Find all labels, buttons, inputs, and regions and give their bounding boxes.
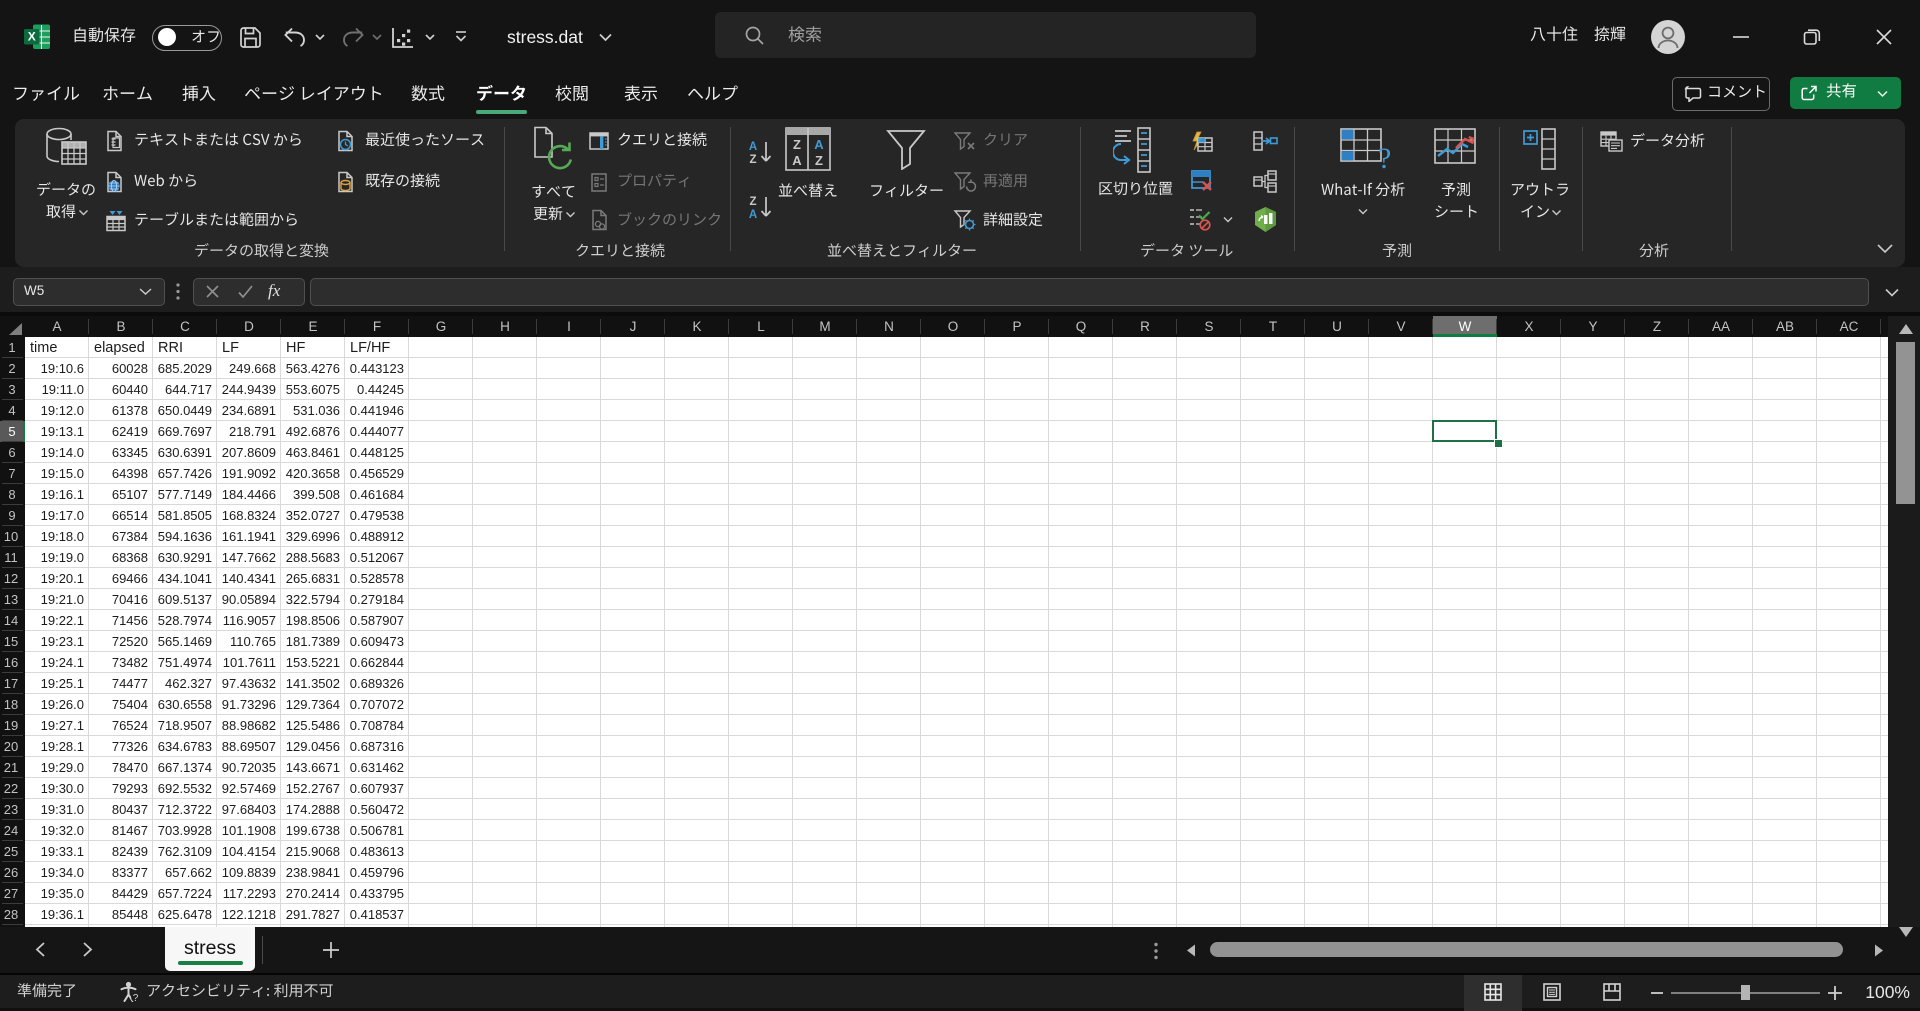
svg-text:A: A <box>749 141 757 153</box>
svg-text:A: A <box>792 153 802 168</box>
svg-text:Z: Z <box>815 153 823 168</box>
svg-text:Z: Z <box>749 154 756 166</box>
svg-text:?: ? <box>133 993 139 1003</box>
svg-text:A: A <box>814 137 824 152</box>
svg-text:?: ? <box>1378 142 1390 170</box>
svg-text:X: X <box>28 30 36 44</box>
svg-text:Z: Z <box>749 196 756 208</box>
svg-text:Z: Z <box>793 137 801 152</box>
svg-text:A: A <box>749 209 757 221</box>
